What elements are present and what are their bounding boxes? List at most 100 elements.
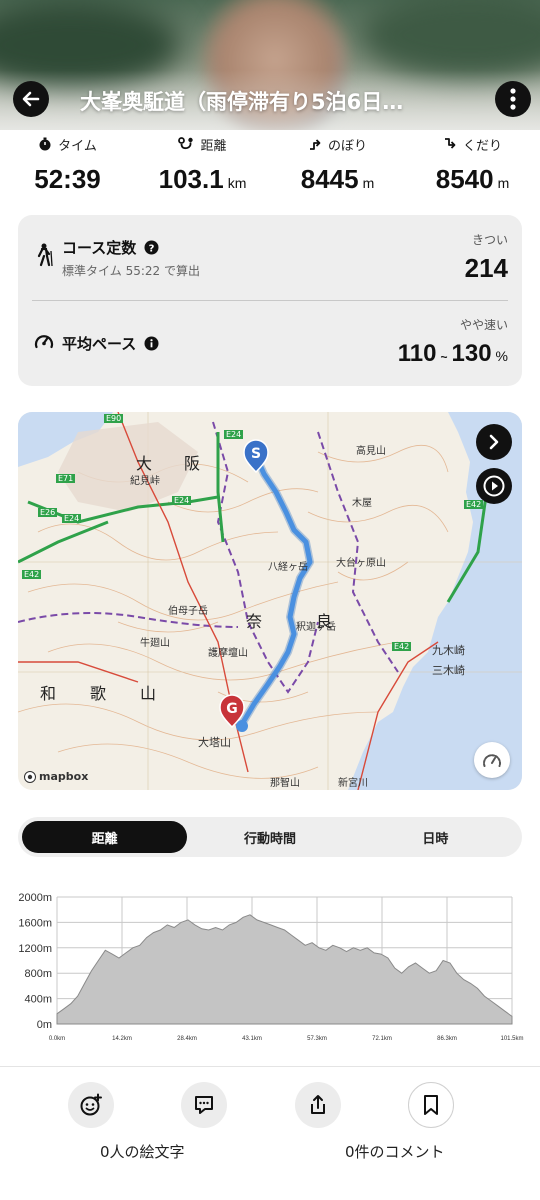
course-constant-value: 214	[464, 253, 508, 283]
map-speed-button[interactable]	[474, 742, 510, 778]
mapbox-logo: mapbox	[24, 770, 88, 783]
pace-min: 110	[397, 340, 437, 367]
road-shield: E24	[62, 514, 82, 523]
road-shield: E90	[104, 414, 124, 423]
card-divider	[32, 300, 508, 301]
x-tick-label: 14.2km	[112, 1036, 132, 1042]
tab-activity-time[interactable]: 行動時間	[187, 821, 352, 853]
course-info-card: コース定数 ? 標準タイム 55:22 で算出 きつい 214 平均ペース やや…	[18, 215, 522, 386]
stat-distance-unit: km	[227, 175, 247, 191]
x-tick-label: 57.3km	[307, 1036, 327, 1042]
map-play-button[interactable]	[476, 468, 512, 504]
elevation-area	[56, 914, 513, 1025]
emoji-add-icon	[80, 1093, 102, 1116]
stat-distance-value: 103.1	[158, 164, 224, 194]
map-label: 奈	[246, 612, 263, 631]
stat-time-label: タイム	[58, 138, 97, 154]
share-button[interactable]	[295, 1082, 341, 1128]
comment-icon	[195, 1096, 213, 1114]
map-label: 牛廻山	[140, 638, 170, 649]
stat-time-value: 52:39	[34, 164, 101, 194]
stat-descent-unit: m	[497, 175, 510, 191]
x-tick-label: 28.4km	[177, 1036, 197, 1042]
x-tick-label: 72.1km	[372, 1036, 392, 1042]
elevation-chart[interactable]: 2000m 1600m 1200m 800m 400m 0m 0.0km 14.2km 28.…	[0, 882, 540, 1047]
y-tick-label: 400m	[24, 994, 52, 1006]
more-vertical-icon	[510, 88, 516, 110]
activity-stats: タイム 52:39 距離 103.1 km のぼり 8445 m くだり 854…	[0, 132, 540, 202]
x-tick-label: 101.5km	[500, 1036, 523, 1042]
map-label: 山	[140, 684, 157, 703]
goal-marker-label: G	[226, 701, 238, 717]
map-next-button[interactable]	[476, 424, 512, 460]
tab-distance[interactable]: 距離	[22, 821, 188, 853]
speedometer-icon	[483, 754, 501, 767]
comment-count-text[interactable]: 0件のコメント	[345, 1141, 445, 1162]
map-label: 那智山	[270, 778, 300, 789]
road-shield: E26	[38, 508, 58, 517]
standard-time-text: 標準タイム 55:22 で算出	[62, 264, 200, 278]
map-label: 九木崎	[432, 644, 465, 657]
stat-ascent-value: 8445	[300, 164, 359, 194]
back-button[interactable]	[13, 81, 49, 117]
map-label: 三木崎	[432, 664, 465, 677]
x-tick-label: 43.1km	[242, 1036, 262, 1042]
y-tick-label: 0m	[37, 1019, 52, 1031]
map-canvas: S G	[18, 412, 522, 790]
route-map[interactable]: S G E90 E24 E71 E26 E24 E42 E42 E42 E24 …	[18, 412, 522, 790]
stat-time: タイム 52:39	[0, 132, 135, 202]
average-pace-text: 平均ペース	[62, 335, 137, 353]
bookmark-button[interactable]	[408, 1082, 454, 1128]
road-shield: E42	[392, 642, 412, 651]
tab-datetime[interactable]: 日時	[353, 821, 518, 853]
road-shield: E24	[172, 496, 192, 505]
stopwatch-icon	[39, 137, 51, 151]
stat-distance: 距離 103.1 km	[135, 132, 270, 202]
more-options-button[interactable]	[495, 81, 531, 117]
stat-ascent-label: のぼり	[327, 138, 367, 154]
road-shield: E24	[224, 430, 244, 439]
road-shield: E71	[56, 474, 76, 483]
share-icon	[311, 1095, 325, 1114]
map-label: 大台ヶ原山	[336, 558, 386, 569]
mapbox-attribution: mapbox	[39, 770, 89, 783]
hiker-icon	[37, 243, 53, 267]
pace-unit: %	[495, 348, 508, 364]
bottom-action-bar: 0人の絵文字 0件のコメント	[0, 1066, 540, 1200]
pace-separator: ~	[440, 350, 448, 364]
stat-ascent: のぼり 8445 m	[270, 132, 405, 202]
y-tick-label: 800m	[24, 968, 52, 980]
add-emoji-button[interactable]	[68, 1082, 114, 1128]
x-tick-label: 0.0km	[49, 1036, 65, 1042]
svg-text:?: ?	[149, 243, 155, 254]
comment-button[interactable]	[181, 1082, 227, 1128]
stat-descent-label: くだり	[462, 138, 502, 154]
map-label: 伯母子岳	[168, 606, 208, 617]
stat-ascent-unit: m	[362, 175, 375, 191]
map-label: 高見山	[356, 446, 386, 457]
info-icon[interactable]	[144, 336, 159, 351]
help-icon[interactable]: ?	[144, 240, 159, 255]
descent-icon	[444, 138, 456, 149]
play-circle-icon	[483, 475, 505, 497]
page-title: 大峯奥駈道（雨停滞有り5泊6日…	[80, 90, 404, 114]
map-label: 釈迦ヶ岳	[296, 622, 336, 633]
ascent-icon	[309, 139, 321, 150]
mapbox-icon	[24, 770, 36, 783]
emoji-count-text[interactable]: 0人の絵文字	[100, 1141, 185, 1162]
road-shield: E42	[22, 570, 42, 579]
map-label: 大塔山	[198, 736, 231, 749]
map-label: 大	[136, 454, 153, 473]
arrow-left-icon	[22, 91, 40, 107]
average-pace-value: 110 ~ 130 %	[398, 340, 508, 368]
start-marker-label: S	[251, 446, 261, 462]
map-label: 護摩壇山	[208, 648, 248, 659]
average-pace-label: 平均ペース	[62, 333, 159, 354]
map-label: 和	[40, 684, 57, 703]
difficulty-text: きつい	[471, 233, 508, 247]
course-constant-text: コース定数	[62, 239, 137, 257]
y-tick-label: 2000m	[18, 892, 52, 904]
map-label: 歌	[90, 684, 107, 703]
y-tick-label: 1200m	[18, 943, 52, 955]
map-label: 新宮川	[338, 778, 368, 789]
